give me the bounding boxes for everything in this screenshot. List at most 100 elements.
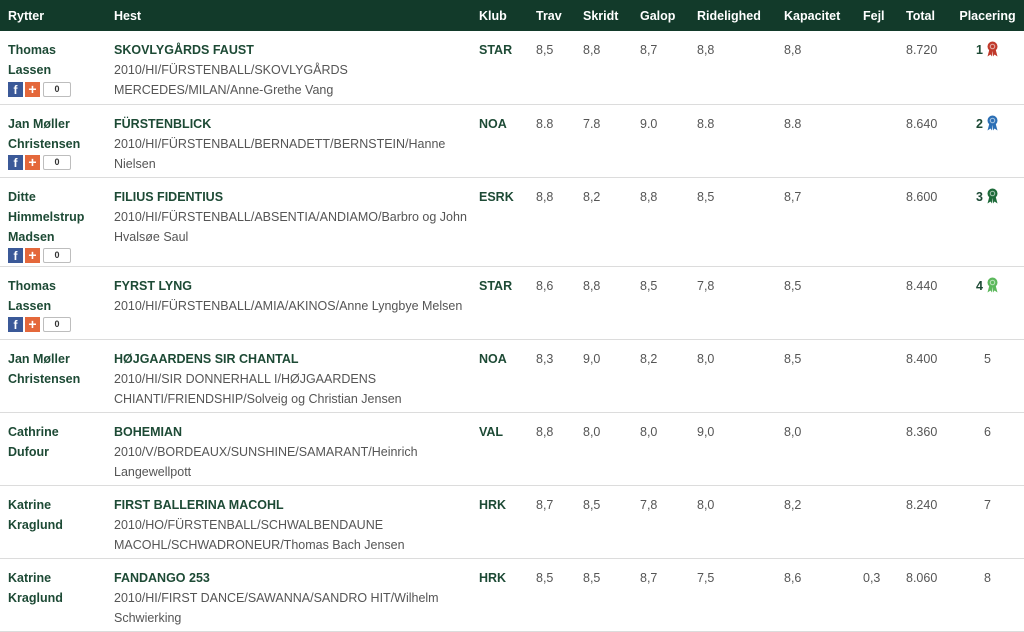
trav-score: 8,3 xyxy=(536,351,554,366)
ridelighed-score: 8.8 xyxy=(697,116,715,131)
facebook-icon[interactable]: f xyxy=(8,155,23,170)
col-fejl[interactable]: Fejl xyxy=(855,0,898,31)
kapacitet-score: 8,6 xyxy=(784,570,802,585)
col-galop[interactable]: Galop xyxy=(632,0,689,31)
horse-name[interactable]: HØJGAARDENS SIR CHANTAL xyxy=(114,349,471,369)
table-row: Thomas Lassen f +0 SKOVLYGÅRDS FAUST 2010/HI/… xyxy=(0,31,1024,104)
horse-name[interactable]: FANDANGO 253 xyxy=(114,568,471,588)
table-row: Cathrine Dufour BOHEMIAN 2010/V/BORDEAUX/SU… xyxy=(0,412,1024,485)
facebook-icon[interactable]: f xyxy=(8,317,23,332)
rider-name-line[interactable]: Thomas xyxy=(8,40,106,60)
table-row: Thomas Lassen f +0 FYRST LYNG 2010/HI/FÜRSTEN… xyxy=(0,266,1024,339)
placement-number: 6 xyxy=(984,424,991,439)
galop-score: 9.0 xyxy=(640,116,658,131)
placement-number: 5 xyxy=(984,351,991,366)
horse-name[interactable]: BOHEMIAN xyxy=(114,422,471,442)
facebook-icon[interactable]: f xyxy=(8,248,23,263)
placement-cell: 8 xyxy=(951,558,1024,631)
rider-name-line[interactable]: Cathrine xyxy=(8,422,106,442)
table-row: Jan Møller Christensen HØJGAARDENS SIR CHA… xyxy=(0,339,1024,412)
horse-name[interactable]: FÜRSTENBLICK xyxy=(114,114,471,134)
total-score: 8.600 xyxy=(906,189,938,204)
placement-cell: 4 xyxy=(951,266,1024,339)
rider-name-line[interactable]: Madsen xyxy=(8,227,106,247)
horse-name[interactable]: FYRST LYNG xyxy=(114,276,471,296)
col-placering[interactable]: Placering xyxy=(951,0,1024,31)
fejl-score: 0,3 xyxy=(863,570,881,585)
col-hest[interactable]: Hest xyxy=(106,0,471,31)
galop-score: 8,7 xyxy=(640,43,658,57)
horse-name[interactable]: SKOVLYGÅRDS FAUST xyxy=(114,40,471,60)
rider-name-line[interactable]: Jan Møller xyxy=(8,114,106,134)
rider-name-line[interactable]: Thomas xyxy=(8,276,106,296)
horse-pedigree: 2010/HI/SIR DONNERHALL I/HØJGAARDENS CHI… xyxy=(114,371,402,406)
trav-score: 8,5 xyxy=(536,43,554,57)
rider-cell: Thomas Lassen f +0 xyxy=(0,266,106,339)
rider-name-line[interactable]: Katrine xyxy=(8,568,106,588)
placement-cell: 1 xyxy=(951,31,1024,104)
facebook-icon[interactable]: f xyxy=(8,81,23,97)
galop-score: 8,8 xyxy=(640,189,658,204)
col-kapacitet[interactable]: Kapacitet xyxy=(776,0,855,31)
rider-cell: Thomas Lassen f +0 xyxy=(0,31,106,104)
club-cell: HRK xyxy=(479,497,507,512)
google-plus-icon[interactable]: + xyxy=(25,81,40,97)
rider-name-line[interactable]: Lassen xyxy=(8,60,106,80)
skridt-score: 8,2 xyxy=(583,189,601,204)
rosette-icon xyxy=(987,188,998,203)
galop-score: 7,8 xyxy=(640,497,658,512)
rider-cell: Ditte Himmelstrup Madsen f +0 xyxy=(0,177,106,266)
rider-name-line[interactable]: Ditte xyxy=(8,187,106,207)
social-share: f +0 xyxy=(8,248,106,264)
col-trav[interactable]: Trav xyxy=(528,0,575,31)
table-row: Katrine Kraglund FIRST BALLERINA MACOHL 201… xyxy=(0,485,1024,558)
skridt-score: 8,0 xyxy=(583,424,601,439)
rider-name-line[interactable]: Kraglund xyxy=(8,515,106,535)
social-share: f +0 xyxy=(8,155,106,171)
club-cell: ESRK xyxy=(479,189,514,204)
google-plus-icon[interactable]: + xyxy=(25,317,40,332)
col-skridt[interactable]: Skridt xyxy=(575,0,632,31)
rider-name-line[interactable]: Jan Møller xyxy=(8,349,106,369)
col-ridelighed[interactable]: Ridelighed xyxy=(689,0,776,31)
placement-number: 8 xyxy=(984,570,991,585)
rider-name-line[interactable]: Christensen xyxy=(8,369,106,389)
horse-pedigree: 2010/HI/FÜRSTENBALL/AMIA/AKINOS/Anne Lyn… xyxy=(114,298,463,313)
total-score: 8.720 xyxy=(906,43,938,57)
horse-cell: BOHEMIAN 2010/V/BORDEAUX/SUNSHINE/SAMARAN… xyxy=(106,412,471,485)
google-plus-icon[interactable]: + xyxy=(25,155,40,170)
rider-name-line[interactable]: Lassen xyxy=(8,296,106,316)
trav-score: 8,8 xyxy=(536,424,554,439)
placement-cell: 6 xyxy=(951,412,1024,485)
table-row: Ditte Himmelstrup Madsen f +0 FILIUS FIDENTIU… xyxy=(0,177,1024,266)
kapacitet-score: 8.8 xyxy=(784,116,802,131)
col-klub[interactable]: Klub xyxy=(471,0,528,31)
placement-number: 7 xyxy=(984,497,991,512)
club-cell: HRK xyxy=(479,570,507,585)
rider-name-line[interactable]: Katrine xyxy=(8,495,106,515)
kapacitet-score: 8,5 xyxy=(784,278,802,293)
google-plus-icon[interactable]: + xyxy=(25,248,40,263)
horse-name[interactable]: FIRST BALLERINA MACOHL xyxy=(114,495,471,515)
placement-cell: 2 xyxy=(951,104,1024,177)
fejl-score xyxy=(855,485,898,558)
rider-name-line[interactable]: Himmelstrup xyxy=(8,207,106,227)
club-cell: STAR xyxy=(479,278,513,293)
social-share: f +0 xyxy=(8,317,106,333)
kapacitet-score: 8,7 xyxy=(784,189,802,204)
galop-score: 8,5 xyxy=(640,278,658,293)
kapacitet-score: 8,0 xyxy=(784,424,802,439)
rider-name-line[interactable]: Christensen xyxy=(8,134,106,154)
col-rytter[interactable]: Rytter xyxy=(0,0,106,31)
total-score: 8.440 xyxy=(906,278,938,293)
placement-cell: 5 xyxy=(951,339,1024,412)
horse-name[interactable]: FILIUS FIDENTIUS xyxy=(114,187,471,207)
fejl-score xyxy=(855,266,898,339)
horse-cell: SKOVLYGÅRDS FAUST 2010/HI/FÜRSTENBALL/SKO… xyxy=(106,31,471,104)
rider-name-line[interactable]: Kraglund xyxy=(8,588,106,608)
col-total[interactable]: Total xyxy=(898,0,951,31)
rosette-icon xyxy=(987,115,998,130)
total-score: 8.360 xyxy=(906,424,938,439)
ridelighed-score: 7,5 xyxy=(697,570,715,585)
rider-name-line[interactable]: Dufour xyxy=(8,442,106,462)
